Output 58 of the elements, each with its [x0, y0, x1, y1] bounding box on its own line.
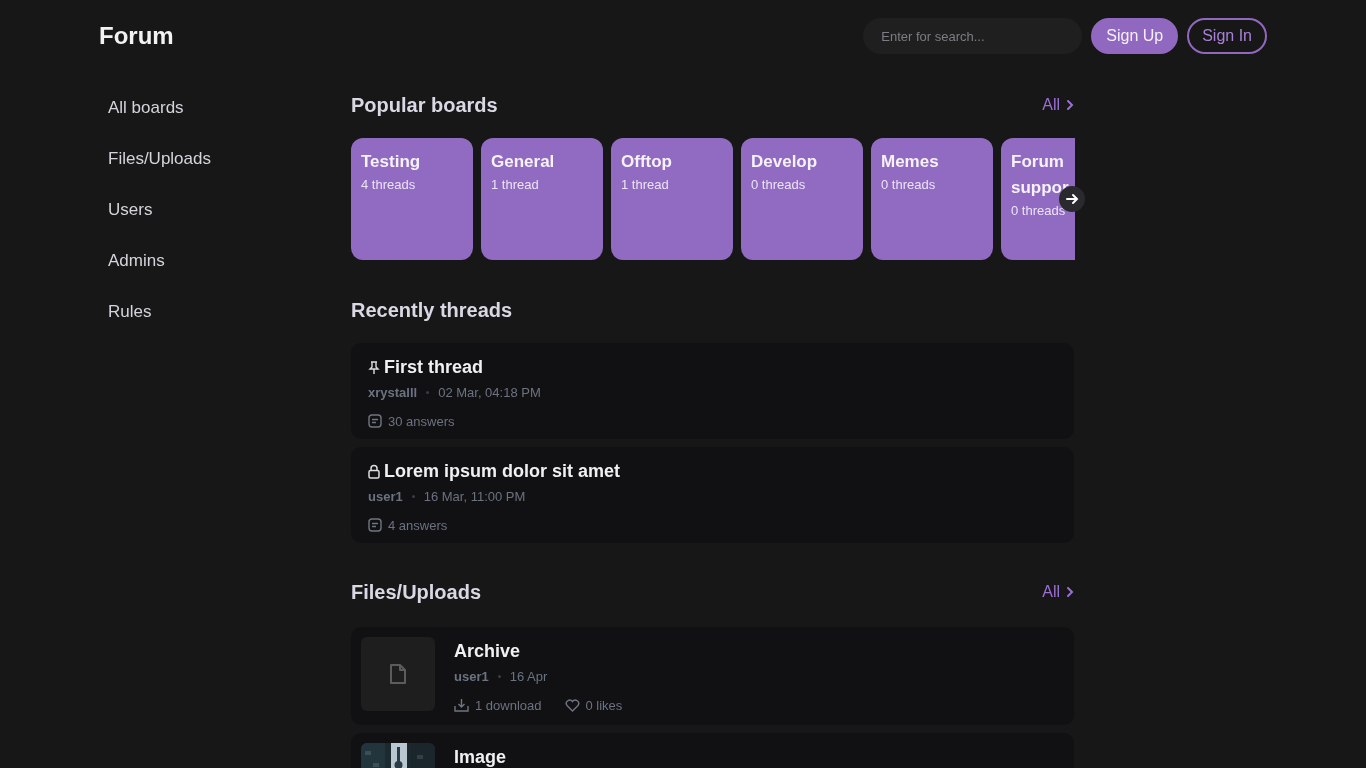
sidebar-item[interactable]: Rules	[99, 286, 351, 337]
board-name: Memes	[881, 151, 940, 173]
thread-count: 0 threads	[751, 176, 807, 194]
answer-count: 30 answers	[388, 412, 455, 431]
board-card[interactable]: Offtop 1 thread	[611, 138, 733, 260]
sidebar-item[interactable]: Files/Uploads	[99, 133, 351, 184]
all-link[interactable]: All	[1042, 93, 1074, 117]
sidebar-item[interactable]: All boards	[99, 82, 351, 133]
board-name: General	[491, 151, 556, 173]
chevron-icon	[1066, 586, 1074, 598]
thread-count: 1 thread	[491, 176, 540, 194]
file-card[interactable]: Archive user1 16 Apr 1 download 0 likes	[351, 627, 1074, 725]
pin-icon	[368, 360, 380, 375]
file-icon	[389, 663, 407, 685]
download-icon	[454, 698, 469, 713]
thread-date: 16 Mar, 11:00 PM	[423, 488, 526, 506]
thread-count: 0 threads	[881, 176, 937, 194]
section-title: Recently threads	[351, 298, 514, 323]
search-field[interactable]: Enter for search...	[863, 18, 1083, 54]
heart-icon[interactable]	[564, 698, 580, 712]
board-name: Testing	[361, 151, 422, 173]
board-name: Develop	[751, 151, 819, 173]
download-count: 1 download	[475, 696, 542, 715]
author-name[interactable]: user1	[368, 487, 403, 507]
thread-title[interactable]: First thread	[384, 354, 484, 381]
board-card[interactable]: Testing 4 threads	[351, 138, 473, 260]
thread-count: 0 threads	[1011, 202, 1065, 220]
board-card[interactable]: Memes 0 threads	[871, 138, 993, 260]
answer-count: 4 answers	[388, 516, 448, 535]
section-title: Files/Uploads	[351, 580, 482, 605]
chevron-icon	[1066, 99, 1074, 111]
thread-card[interactable]: First thread xrystalll 02 Mar, 04:18 PM 30 answers	[351, 343, 1074, 439]
sign-up-button[interactable]: Sign Up	[1091, 18, 1179, 54]
like-count: 0 likes	[585, 696, 623, 715]
message-icon	[368, 414, 382, 429]
author-name[interactable]: user1	[454, 667, 489, 687]
thread-date: 02 Mar, 04:18 PM	[438, 384, 541, 402]
board-card[interactable]: Forum suppor 0 threads	[1001, 138, 1075, 260]
sidebar-item[interactable]: Admins	[99, 235, 351, 286]
lock-icon	[368, 464, 380, 479]
thread-count: 4 threads	[361, 176, 417, 194]
sign-in-button[interactable]: Sign In	[1187, 18, 1267, 54]
sidebar-item[interactable]: Users	[99, 184, 351, 235]
file-card[interactable]: Image	[351, 733, 1074, 768]
message-icon	[368, 518, 382, 533]
thread-card[interactable]: Lorem ipsum dolor sit amet user1 16 Mar, 11:00 PM 4 answers	[351, 447, 1074, 543]
all-link[interactable]: All	[1042, 580, 1074, 604]
logo[interactable]: Forum	[99, 18, 174, 54]
thread-title[interactable]: Lorem ipsum dolor sit amet	[384, 458, 621, 485]
board-name: Offtop	[621, 151, 673, 173]
file-name[interactable]: Image	[454, 744, 507, 768]
board-card[interactable]: Develop 0 threads	[741, 138, 863, 260]
author-name[interactable]: xrystalll	[368, 383, 418, 403]
section-title: Popular boards	[351, 93, 498, 118]
thread-count: 1 thread	[621, 176, 670, 194]
file-name[interactable]: Archive	[454, 638, 623, 665]
upload-date: 16 Apr	[509, 668, 548, 686]
board-card[interactable]: General 1 thread	[481, 138, 603, 260]
